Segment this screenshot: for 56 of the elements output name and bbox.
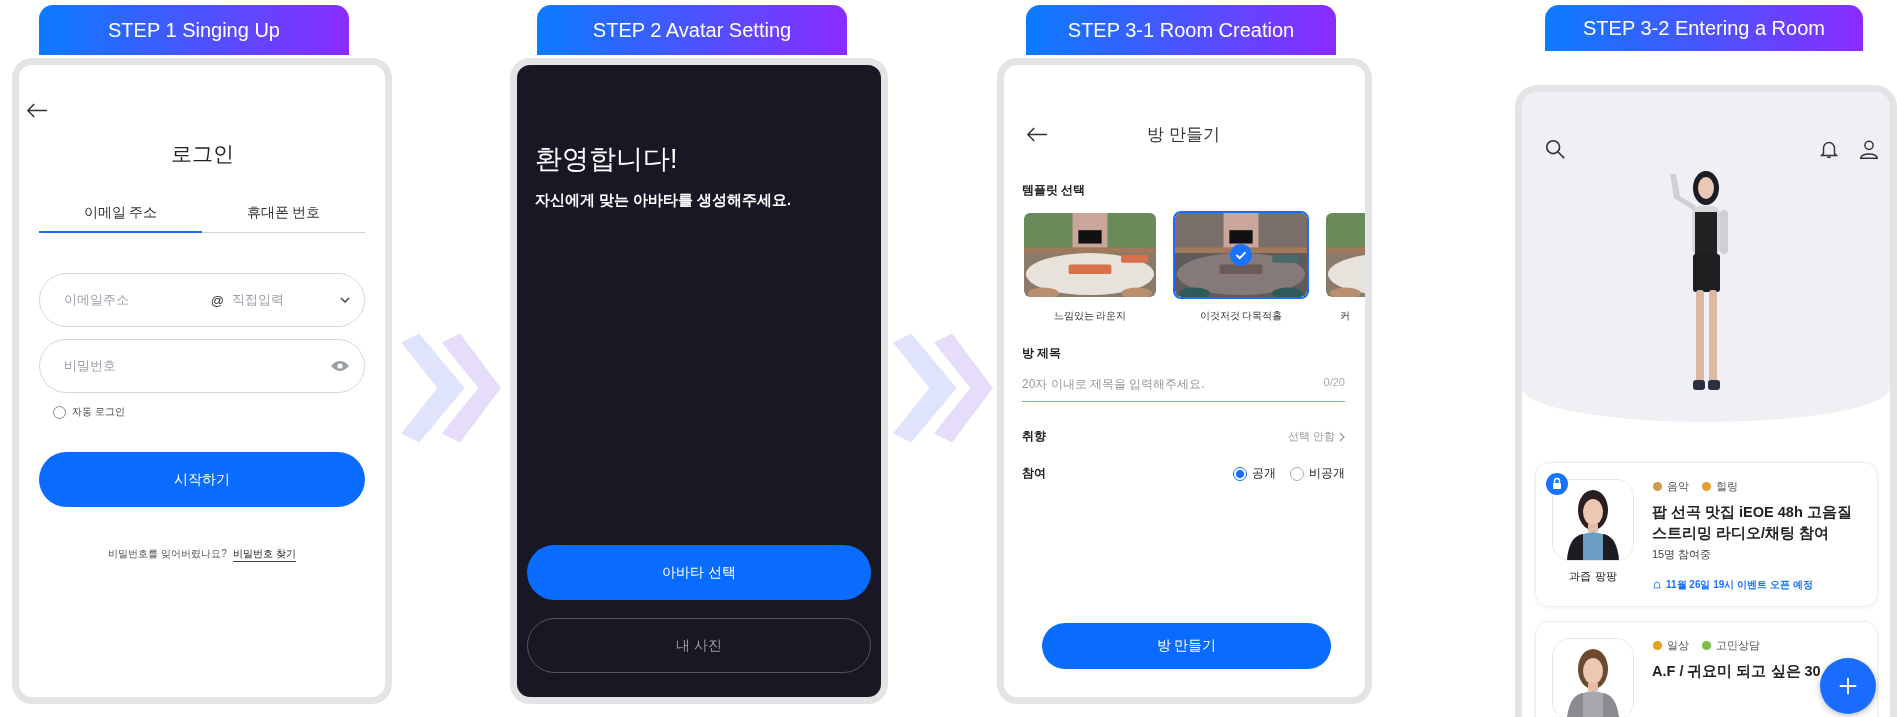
login-tab[interactable]: 이메일 주소 [39, 196, 202, 233]
host-name: 과즙 팡팡 [1569, 569, 1617, 585]
room-card[interactable]: 과즙 팡팡 음악 힐링 팝 선곡 맛집 iEOE 48h 고음질 스트리밍 라디오/채팅 참여 15명 참여중 11월 26일 19시 이벤트 오픈 예정 [1535, 462, 1878, 608]
event-notice: 11월 26일 19시 이벤트 오픈 예정 [1666, 578, 1813, 593]
back-arrow-icon[interactable] [26, 103, 48, 118]
forgot-password-text: 비밀번호를 잊어버렸나요? [108, 547, 227, 561]
tag-label: 고민상담 [1716, 638, 1760, 654]
screen-title: 로그인 [170, 141, 234, 167]
screen-title: 방 만들기 [1147, 124, 1220, 146]
template-label: 템플릿 선택 [1022, 182, 1087, 199]
start-button[interactable]: 시작하기 [39, 452, 365, 507]
step-label: STEP 3-2 Entering a Room [1545, 5, 1863, 52]
tag-label: 음악 [1667, 479, 1689, 495]
preference-label: 취향 [1022, 428, 1047, 445]
radio-label: 비공개 [1309, 465, 1345, 482]
select-avatar-button[interactable]: 아바타 선택 [527, 545, 871, 600]
tag-icon [1652, 640, 1663, 652]
welcome-subtitle: 자신에게 맞는 아바타를 생성해주세요. [535, 191, 793, 210]
room-title-label: 방 제목 [1022, 345, 1063, 362]
add-button[interactable] [1820, 658, 1876, 715]
at-sign: @ [210, 292, 224, 308]
person-icon[interactable] [1858, 138, 1880, 161]
bell-icon [1652, 580, 1662, 591]
find-password-link[interactable]: 비밀번호 찾기 [232, 547, 296, 562]
tag-icon [1701, 481, 1712, 493]
tag-icon [1652, 481, 1663, 493]
tag-icon [1701, 640, 1712, 652]
radio-label: 공개 [1252, 465, 1276, 482]
email-placeholder: 이메일주소 [64, 291, 130, 309]
participation-label: 참여 [1022, 465, 1046, 482]
check-icon [1230, 244, 1252, 266]
room-title: A.F / 귀요미 되고 싶은 30 [1652, 662, 1822, 682]
room-title: 팝 선곡 맛집 iEOE 48h 고음질 스트리밍 라디오/채팅 참여 [1652, 503, 1852, 544]
template-name: 커 [1339, 309, 1350, 323]
login-tab[interactable]: 휴대폰 번호 [202, 196, 365, 233]
chevron-down-icon [340, 297, 350, 303]
back-arrow-icon[interactable] [1026, 127, 1048, 142]
search-icon[interactable] [1544, 138, 1566, 161]
step-label: STEP 1 Singing Up [39, 5, 349, 55]
create-room-button[interactable]: 방 만들기 [1042, 623, 1331, 669]
tag-label: 일상 [1667, 638, 1689, 654]
eye-icon[interactable] [330, 360, 350, 372]
template-name: 느낌있는 라운지 [1053, 309, 1127, 323]
auto-login-label: 자동 로그인 [72, 405, 125, 419]
participant-count: 15명 참여중 [1652, 547, 1713, 563]
room-title-placeholder: 20자 이내로 제목을 입력해주세요. [1022, 376, 1205, 393]
domain-placeholder: 직접입력 [232, 291, 285, 309]
password-placeholder: 비밀번호 [64, 357, 117, 375]
step-label: STEP 3-1 Room Creation [1026, 5, 1336, 55]
template-name: 이것저것 다목적홀 [1199, 309, 1283, 323]
step-label: STEP 2 Avatar Setting [537, 5, 847, 55]
welcome-heading: 환영합니다! [535, 143, 679, 176]
tag-label: 힐링 [1716, 479, 1738, 495]
chevron-right-icon [1339, 431, 1345, 442]
character-counter: 0/20 [1323, 376, 1345, 390]
radio-button[interactable] [1233, 466, 1247, 481]
